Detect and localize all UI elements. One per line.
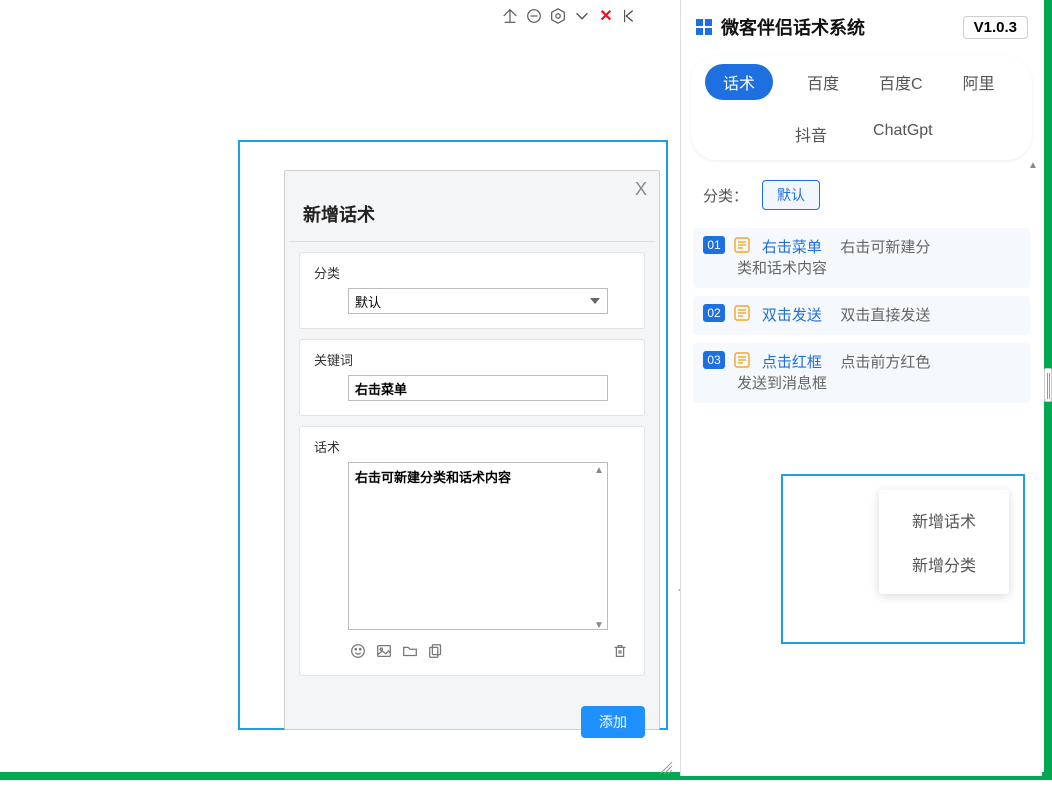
resize-grip-icon[interactable] — [658, 760, 674, 776]
note-icon — [733, 351, 753, 371]
add-button[interactable]: 添加 — [581, 706, 645, 738]
tab-ali[interactable]: 阿里 — [957, 64, 1001, 100]
category-label: 分类： — [703, 185, 748, 206]
minus-circle-icon[interactable] — [524, 6, 544, 26]
tab-bar: 话术 百度 百度C 阿里 抖音 ChatGpt — [691, 56, 1032, 160]
hint-desc2: 类和话术内容 — [703, 257, 1020, 278]
tab-chatgpt[interactable]: ChatGpt — [867, 116, 939, 152]
tab-script[interactable]: 话术 — [705, 64, 773, 100]
hint-item[interactable]: 02 双击发送 双击直接发送 — [693, 296, 1030, 335]
tab-baidu[interactable]: 百度 — [801, 64, 845, 100]
copy-icon[interactable] — [426, 641, 446, 661]
scroll-down-icon[interactable]: ▼ — [592, 620, 606, 632]
category-label: 分类 — [314, 263, 630, 282]
settings-hex-icon[interactable] — [548, 6, 568, 26]
side-grip-icon[interactable] — [1044, 368, 1052, 402]
tab-baiduc[interactable]: 百度C — [873, 64, 929, 100]
ctx-add-script[interactable]: 新增话术 — [879, 498, 1009, 542]
version-badge: V1.0.3 — [963, 16, 1028, 39]
category-row: 分类： 默认 — [681, 160, 1042, 220]
dialog-highlight-box: X 新增话术 分类 关键词 话术 — [238, 140, 668, 730]
tab-douyin[interactable]: 抖音 — [789, 116, 833, 152]
hint-item[interactable]: 03 点击红框 点击前方红色 发送到消息框 — [693, 343, 1030, 403]
add-script-dialog: X 新增话术 分类 关键词 话术 — [284, 170, 660, 730]
hint-num: 01 — [703, 236, 725, 254]
script-textarea[interactable] — [348, 462, 608, 630]
hint-num: 02 — [703, 304, 725, 322]
app-name: 微客伴侣话术系统 — [721, 14, 865, 40]
scroll-up-icon[interactable]: ▲ — [592, 465, 606, 477]
context-menu: 新增话术 新增分类 — [879, 490, 1009, 594]
hint-desc: 点击前方红色 — [840, 354, 930, 371]
keyword-label: 关键词 — [314, 350, 630, 369]
keyword-panel: 关键词 — [299, 339, 645, 416]
hint-desc: 双击直接发送 — [840, 307, 930, 324]
hint-list: 01 右击菜单 右击可新建分 类和话术内容 02 双击发送 双击直接发送 03 … — [681, 220, 1042, 403]
hint-desc2: 发送到消息框 — [703, 372, 1020, 393]
dialog-title: 新增话术 — [285, 171, 659, 241]
hint-title: 双击发送 — [762, 307, 822, 324]
scrollbar[interactable]: ▲ — [1026, 160, 1040, 766]
hint-title: 右击菜单 — [762, 239, 822, 256]
hint-num: 03 — [703, 351, 725, 369]
ctx-add-category[interactable]: 新增分类 — [879, 542, 1009, 586]
collapse-left-icon[interactable] — [620, 6, 640, 26]
dialog-body: 分类 关键词 话术 ▲ ▼ — [285, 242, 659, 700]
category-select[interactable] — [348, 288, 608, 314]
window-toolbar: ✕ — [500, 4, 670, 28]
category-button[interactable]: 默认 — [762, 180, 820, 210]
app-logo-icon — [695, 18, 713, 36]
chevron-down-icon[interactable] — [572, 6, 592, 26]
dialog-close-button[interactable]: X — [635, 179, 647, 200]
category-panel: 分类 — [299, 252, 645, 329]
context-menu-highlight-box: 新增话术 新增分类 — [781, 474, 1025, 644]
note-icon — [733, 236, 753, 256]
script-panel: 话术 ▲ ▼ — [299, 426, 645, 676]
folder-icon[interactable] — [400, 641, 420, 661]
hint-item[interactable]: 01 右击菜单 右击可新建分 类和话术内容 — [693, 228, 1030, 288]
script-label: 话术 — [314, 437, 630, 456]
emoji-icon[interactable] — [348, 641, 368, 661]
hint-title: 点击红框 — [762, 354, 822, 371]
panel-header: 微客伴侣话术系统 V1.0.3 — [681, 0, 1042, 50]
note-icon — [733, 304, 753, 324]
image-icon[interactable] — [374, 641, 394, 661]
keyword-input[interactable] — [348, 375, 608, 401]
close-icon[interactable]: ✕ — [596, 6, 616, 26]
pin-up-icon[interactable] — [500, 6, 520, 26]
editor-toolbar — [314, 641, 630, 661]
trash-icon[interactable] — [610, 641, 630, 661]
side-panel: 微客伴侣话术系统 V1.0.3 话术 百度 百度C 阿里 抖音 ChatGpt … — [680, 0, 1042, 776]
scroll-up-icon[interactable]: ▲ — [1026, 160, 1040, 174]
hint-desc: 右击可新建分 — [840, 239, 930, 256]
